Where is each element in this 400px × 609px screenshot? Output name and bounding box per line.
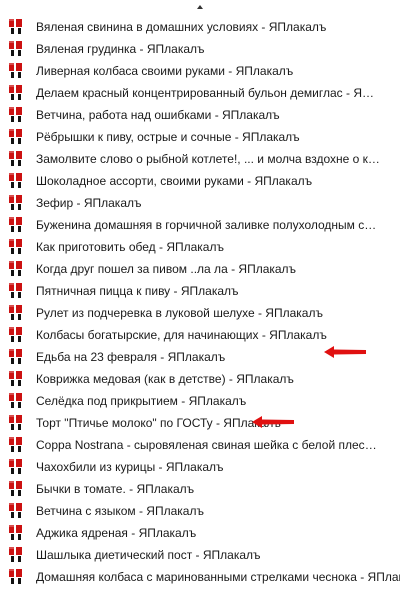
bookmark-item-label: Коврижка медовая (как в детстве) - ЯПлак… (36, 372, 294, 386)
bookmark-item-label: Coppa Nostrana - сыровяленая свиная шейк… (36, 438, 380, 452)
bookmark-item-label: Как приготовить обед - ЯПлакалъ (36, 240, 224, 254)
bookmark-item[interactable]: Ветчина с языком - ЯПлакалъ (0, 500, 400, 522)
bookmarks-dropdown-menu: Вяленая свинина в домашних условиях - ЯП… (0, 0, 400, 609)
bookmark-item-label: Селёдка под прикрытием - ЯПлакалъ (36, 394, 247, 408)
bookmark-item-label: Колбасы богатырские, для начинающих - ЯП… (36, 328, 327, 342)
bookmark-item[interactable]: Ветчина, работа над ошибками - ЯПлакалъ (0, 104, 400, 126)
yaplakal-favicon-icon (9, 393, 22, 408)
bookmark-item-label: Рёбрышки к пиву, острые и сочные - ЯПлак… (36, 130, 300, 144)
bookmark-item-label: Буженина домашняя в горчичной заливке по… (36, 218, 380, 232)
yaplakal-favicon-icon (9, 305, 22, 320)
yaplakal-favicon-icon (9, 569, 22, 584)
bookmark-item[interactable]: Домашняя колбаса с маринованными стрелка… (0, 566, 400, 588)
bookmark-item[interactable]: Буженина домашняя в горчичной заливке по… (0, 214, 400, 236)
yaplakal-favicon-icon (9, 327, 22, 342)
bookmark-item[interactable]: Вяленая грудинка - ЯПлакалъ (0, 38, 400, 60)
bookmark-item-label: Домашняя колбаса с маринованными стрелка… (36, 570, 400, 584)
bookmark-item-label: Шашлыка диетический пост - ЯПлакалъ (36, 548, 261, 562)
yaplakal-favicon-icon (9, 41, 22, 56)
bookmark-item[interactable]: Колбасы богатырские, для начинающих - ЯП… (0, 324, 400, 346)
yaplakal-favicon-icon (9, 415, 22, 430)
yaplakal-favicon-icon (9, 349, 22, 364)
bookmark-item-label: Чахохбили из курицы - ЯПлакалъ (36, 460, 224, 474)
yaplakal-favicon-icon (9, 239, 22, 254)
bookmark-item[interactable]: Чахохбили из курицы - ЯПлакалъ (0, 456, 400, 478)
bookmark-item[interactable]: Шоколадное ассорти, своими руками - ЯПла… (0, 170, 400, 192)
yaplakal-favicon-icon (9, 63, 22, 78)
bookmark-item-label: Ливерная колбаса своими руками - ЯПлакал… (36, 64, 294, 78)
bookmark-item-label: Зефир - ЯПлакалъ (36, 196, 142, 210)
bookmark-item-label: Пятничная пицца к пиву - ЯПлакалъ (36, 284, 239, 298)
bookmark-item-label: Ветчина, работа над ошибками - ЯПлакалъ (36, 108, 280, 122)
bookmark-item[interactable]: Бычки в томате. - ЯПлакалъ (0, 478, 400, 500)
red-arrow-annotation-icon (324, 346, 366, 358)
bookmark-item[interactable]: Замолвите слово о рыбной котлете!, ... и… (0, 148, 400, 170)
red-arrow-annotation-icon-2 (252, 416, 294, 428)
bookmark-item-label: Бычки в томате. - ЯПлакалъ (36, 482, 195, 496)
bookmark-item[interactable]: Селёдка под прикрытием - ЯПлакалъ (0, 390, 400, 412)
bookmark-item[interactable]: Рулет из подчеревка в луковой шелухе - Я… (0, 302, 400, 324)
bookmark-item-label: Ветчина с языком - ЯПлакалъ (36, 504, 204, 518)
yaplakal-favicon-icon (9, 129, 22, 144)
yaplakal-favicon-icon (9, 85, 22, 100)
yaplakal-favicon-icon (9, 283, 22, 298)
bookmark-item[interactable]: Ливерная колбаса своими руками - ЯПлакал… (0, 60, 400, 82)
yaplakal-favicon-icon (9, 217, 22, 232)
bookmark-item-label: Замолвите слово о рыбной котлете!, ... и… (36, 152, 380, 166)
yaplakal-favicon-icon (9, 261, 22, 276)
bookmark-item-label: Торт "Птичье молоко" по ГОСТу - ЯПлакалъ (36, 416, 281, 430)
bookmark-item-label: Рулет из подчеревка в луковой шелухе - Я… (36, 306, 323, 320)
yaplakal-favicon-icon (9, 503, 22, 518)
scroll-up-button[interactable] (0, 0, 400, 13)
bookmark-item[interactable]: Аджика ядреная - ЯПлакалъ (0, 522, 400, 544)
bookmark-item-label: Когда друг пошел за пивом ..ла ла - ЯПла… (36, 262, 297, 276)
yaplakal-favicon-icon (9, 151, 22, 166)
bookmark-item-label: Аджика ядреная - ЯПлакалъ (36, 526, 197, 540)
yaplakal-favicon-icon (9, 437, 22, 452)
yaplakal-favicon-icon (9, 19, 22, 34)
bookmark-item[interactable]: Когда друг пошел за пивом ..ла ла - ЯПла… (0, 258, 400, 280)
bookmark-item[interactable]: Коврижка медовая (как в детстве) - ЯПлак… (0, 368, 400, 390)
bookmark-item[interactable]: Вяленая свинина в домашних условиях - ЯП… (0, 16, 400, 38)
bookmark-item[interactable]: Зефир - ЯПлакалъ (0, 192, 400, 214)
scroll-up-arrow-icon (197, 4, 203, 9)
yaplakal-favicon-icon (9, 107, 22, 122)
yaplakal-favicon-icon (9, 371, 22, 386)
bookmark-item[interactable]: Coppa Nostrana - сыровяленая свиная шейк… (0, 434, 400, 456)
bookmark-item[interactable]: Торт "Птичье молоко" по ГОСТу - ЯПлакалъ (0, 412, 400, 434)
bookmark-item[interactable]: Пятничная пицца к пиву - ЯПлакалъ (0, 280, 400, 302)
bookmark-item[interactable]: Шашлыка диетический пост - ЯПлакалъ (0, 544, 400, 566)
bookmark-item[interactable]: Делаем красный концентрированный бульон … (0, 82, 400, 104)
bookmark-item-label: Вяленая свинина в домашних условиях - ЯП… (36, 20, 327, 34)
bookmark-item-label: Шоколадное ассорти, своими руками - ЯПла… (36, 174, 313, 188)
bookmark-item-label: Делаем красный концентрированный бульон … (36, 86, 380, 100)
yaplakal-favicon-icon (9, 459, 22, 474)
bookmark-list: Вяленая свинина в домашних условиях - ЯП… (0, 16, 400, 588)
yaplakal-favicon-icon (9, 481, 22, 496)
yaplakal-favicon-icon (9, 547, 22, 562)
bookmark-item[interactable]: Рёбрышки к пиву, острые и сочные - ЯПлак… (0, 126, 400, 148)
yaplakal-favicon-icon (9, 195, 22, 210)
yaplakal-favicon-icon (9, 173, 22, 188)
bookmark-item[interactable]: Как приготовить обед - ЯПлакалъ (0, 236, 400, 258)
bookmark-item-label: Вяленая грудинка - ЯПлакалъ (36, 42, 205, 56)
yaplakal-favicon-icon (9, 525, 22, 540)
